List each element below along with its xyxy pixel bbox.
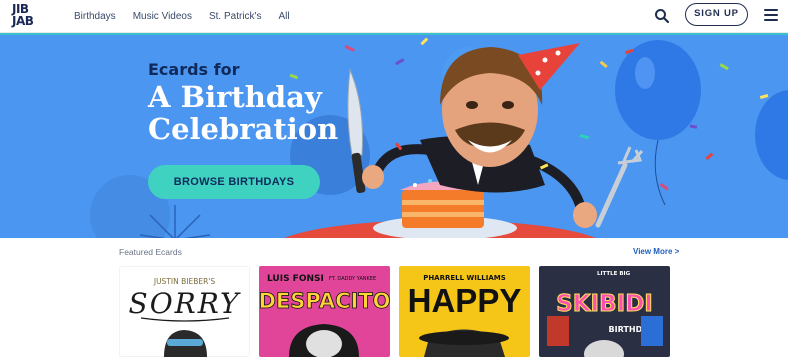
hero-subtitle: Ecards for (148, 60, 240, 79)
hamburger-menu-icon[interactable] (764, 9, 778, 21)
card-title: SKIBIDI (556, 291, 653, 317)
ecard-despacito[interactable]: LUIS FONSI FT. DADDY YANKEE DESPACITO (259, 266, 390, 357)
site-header: JIB JAB Birthdays Music Videos St. Patri… (0, 0, 788, 33)
main-nav: Birthdays Music Videos St. Patrick's All (74, 0, 307, 33)
hero-title: A Birthday Celebration (148, 80, 339, 146)
nav-music-videos[interactable]: Music Videos (133, 11, 192, 22)
card-top-text: PHARRELL WILLIAMS (423, 274, 506, 282)
view-more-link[interactable]: View More > (633, 247, 679, 256)
ecard-skibidi[interactable]: LITTLE BIG SKIBIDI BIRTHDAY (539, 266, 670, 357)
card-title: HAPPY (408, 282, 522, 319)
hero-banner[interactable]: Ecards for A Birthday Celebration BROWSE… (0, 33, 788, 238)
card-top-text: JUSTIN BIEBER'S (153, 277, 216, 286)
ecard-happy[interactable]: PHARRELL WILLIAMS HAPPY (399, 266, 530, 357)
balloon-icon (615, 40, 701, 140)
nav-all[interactable]: All (278, 11, 289, 22)
hero-illustration (90, 37, 788, 238)
card-feat-text: FT. DADDY YANKEE (329, 276, 376, 282)
browse-birthdays-button[interactable]: BROWSE BIRTHDAYS (148, 165, 320, 199)
nav-st-patricks[interactable]: St. Patrick's (209, 11, 261, 22)
ecard-sorry[interactable]: JUSTIN BIEBER'S SORRY (119, 266, 250, 357)
jibjab-logo[interactable]: JIB JAB (12, 3, 42, 29)
search-icon[interactable] (654, 8, 670, 24)
sign-up-button[interactable]: SIGN UP (685, 3, 748, 26)
card-title: SORRY (129, 287, 241, 320)
nav-birthdays[interactable]: Birthdays (74, 11, 116, 22)
card-top-text: LUIS FONSI (267, 274, 324, 284)
featured-ecards-heading: Featured Ecards (119, 247, 182, 257)
card-top-text: LITTLE BIG (597, 271, 631, 277)
card-title: DESPACITO (259, 289, 390, 313)
